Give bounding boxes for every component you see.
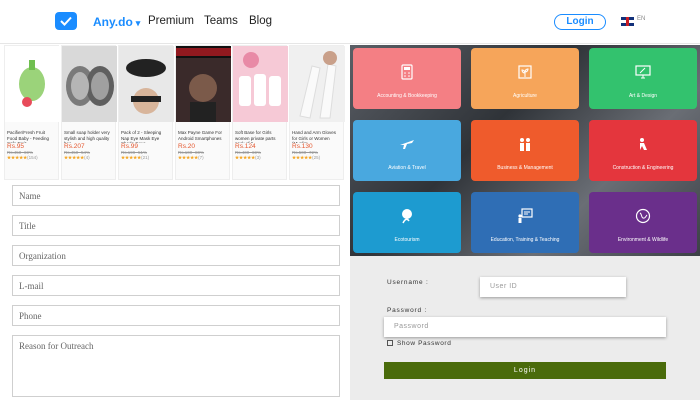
product-title: Pack of 2 - Sleeping Nap Eye Mask Eye Sh… — [121, 130, 162, 143]
checkbox-icon[interactable] — [387, 340, 393, 346]
brand-label: Any.do — [93, 15, 133, 29]
category-ecotourism[interactable]: Ecotourism — [353, 192, 461, 253]
category-label: Accounting & Bookkeeping — [377, 93, 437, 99]
nav-link-premium[interactable]: Premium — [148, 15, 194, 27]
category-grid: Accounting & Bookkeeping Agriculture Art… — [350, 45, 700, 256]
star-icons: ★★★★★ — [235, 155, 256, 160]
worker-icon — [640, 138, 647, 150]
password-input[interactable]: Password — [384, 317, 666, 337]
product-rating: ★★★★★(21) — [119, 155, 172, 161]
category-construction[interactable]: Construction & Engineering — [589, 120, 697, 181]
product-title: Small soap holder very stylish and high … — [64, 130, 110, 143]
product-strip: Pacifier/Fresh Fruit Food Baby - Feeding… — [0, 45, 349, 180]
product-image — [119, 46, 174, 122]
category-business[interactable]: Business & Management — [471, 120, 579, 181]
product-rating: ★★★★★(4) — [62, 155, 115, 161]
nav-link-blog[interactable]: Blog — [249, 15, 272, 27]
top-nav: Any.do ▾ Premium Teams Blog Login EN — [0, 0, 700, 44]
product-price: Rs.20 — [178, 143, 195, 150]
product-price: Rs.95 — [7, 143, 24, 150]
rating-count: (25) — [312, 155, 321, 160]
globe-icon — [635, 208, 651, 224]
product-card[interactable]: Soft Base for Girls women private parts … — [232, 45, 288, 180]
product-title: Pacifier/Fresh Fruit Food Baby - Feeding… — [7, 130, 50, 143]
category-agriculture[interactable]: Agriculture — [471, 48, 579, 109]
rating-count: (7) — [198, 155, 204, 160]
star-icons: ★★★★★ — [178, 155, 199, 160]
category-aviation[interactable]: Aviation & Travel — [353, 120, 461, 181]
calculator-icon — [401, 64, 413, 80]
product-card[interactable]: Pacifier/Fresh Fruit Food Baby - Feeding… — [4, 45, 60, 180]
product-card[interactable]: Pack of 2 - Sleeping Nap Eye Mask Eye Sh… — [118, 45, 174, 180]
password-label: Password : — [387, 307, 428, 314]
category-label: Education, Training & Teaching — [490, 237, 560, 243]
category-accounting[interactable]: Accounting & Bookkeeping — [353, 48, 461, 109]
product-image — [176, 46, 231, 122]
name-field[interactable]: Name — [12, 185, 340, 206]
nav-link-teams[interactable]: Teams — [204, 15, 238, 27]
star-icons: ★★★★★ — [64, 155, 85, 160]
plant-icon — [518, 65, 532, 79]
outreach-form: Name Title Organization L-mail Phone Rea… — [12, 185, 340, 400]
product-price: Rs.124 — [235, 143, 256, 150]
category-label: Construction & Engineering — [612, 165, 674, 171]
product-card[interactable]: Max Payne Game For Android Smartphones -… — [175, 45, 231, 180]
category-label: Business & Management — [497, 165, 553, 171]
teacher-board-icon — [518, 208, 533, 223]
product-price: Rs.99 — [121, 143, 138, 150]
rating-count: (3) — [255, 155, 261, 160]
leaf-icon — [402, 209, 412, 224]
title-field[interactable]: Title — [12, 215, 340, 236]
rating-count: (154) — [27, 155, 38, 160]
product-card[interactable]: Small soap holder very stylish and high … — [61, 45, 117, 180]
airplane-icon — [400, 140, 414, 149]
product-image — [290, 46, 345, 122]
product-rating: ★★★★★(154) — [5, 155, 58, 161]
rating-count: (4) — [84, 155, 90, 160]
product-rating: ★★★★★(7) — [176, 155, 229, 161]
product-price: Rs.207 — [64, 143, 85, 150]
product-image — [5, 46, 60, 122]
show-password-toggle[interactable]: Show Password — [387, 340, 451, 347]
uk-flag-icon[interactable] — [621, 17, 634, 26]
category-label: Ecotourism — [394, 237, 420, 243]
product-rating: ★★★★★(25) — [290, 155, 343, 161]
category-environment[interactable]: Environment & Wildlife — [589, 192, 697, 253]
show-password-label: Show Password — [397, 340, 452, 347]
checkmark-logo-icon[interactable] — [55, 12, 77, 30]
star-icons: ★★★★★ — [7, 155, 28, 160]
product-title: Soft Base for Girls women private parts … — [235, 130, 276, 143]
nav-login-button[interactable]: Login — [554, 14, 606, 30]
email-field[interactable]: L-mail — [12, 275, 340, 296]
brand-menu[interactable]: Any.do ▾ — [93, 15, 140, 29]
product-image — [233, 46, 288, 122]
login-panel: Username : User ID Password : Password S… — [350, 256, 700, 400]
phone-field[interactable]: Phone — [12, 305, 340, 326]
product-image — [62, 46, 117, 122]
product-title: Max Payne Game For Android Smartphones -… — [178, 130, 223, 143]
category-art-design[interactable]: Art & Design — [589, 48, 697, 109]
language-label[interactable]: EN — [637, 16, 645, 22]
product-rating: ★★★★★(3) — [233, 155, 286, 161]
chevron-down-icon: ▾ — [135, 18, 141, 28]
category-label: Environment & Wildlife — [617, 237, 669, 243]
category-education[interactable]: Education, Training & Teaching — [471, 192, 579, 253]
category-label: Art & Design — [628, 93, 658, 99]
organization-field[interactable]: Organization — [12, 245, 340, 266]
monitor-icon — [635, 65, 651, 79]
username-label: Username : — [387, 279, 429, 286]
product-price: Rs.130 — [292, 143, 313, 150]
rating-count: (21) — [141, 155, 150, 160]
userid-input[interactable]: User ID — [480, 277, 626, 297]
category-label: Agriculture — [513, 93, 537, 99]
star-icons: ★★★★★ — [292, 155, 313, 160]
login-button[interactable]: Login — [384, 362, 666, 379]
reason-textarea[interactable]: Reason for Outreach — [12, 335, 340, 397]
product-title: Hand and Arm Gloves for Girls or Women (… — [292, 130, 337, 143]
product-card[interactable]: Hand and Arm Gloves for Girls or Women (… — [289, 45, 345, 180]
people-icon — [520, 138, 530, 151]
star-icons: ★★★★★ — [121, 155, 142, 160]
category-label: Aviation & Travel — [388, 165, 426, 171]
